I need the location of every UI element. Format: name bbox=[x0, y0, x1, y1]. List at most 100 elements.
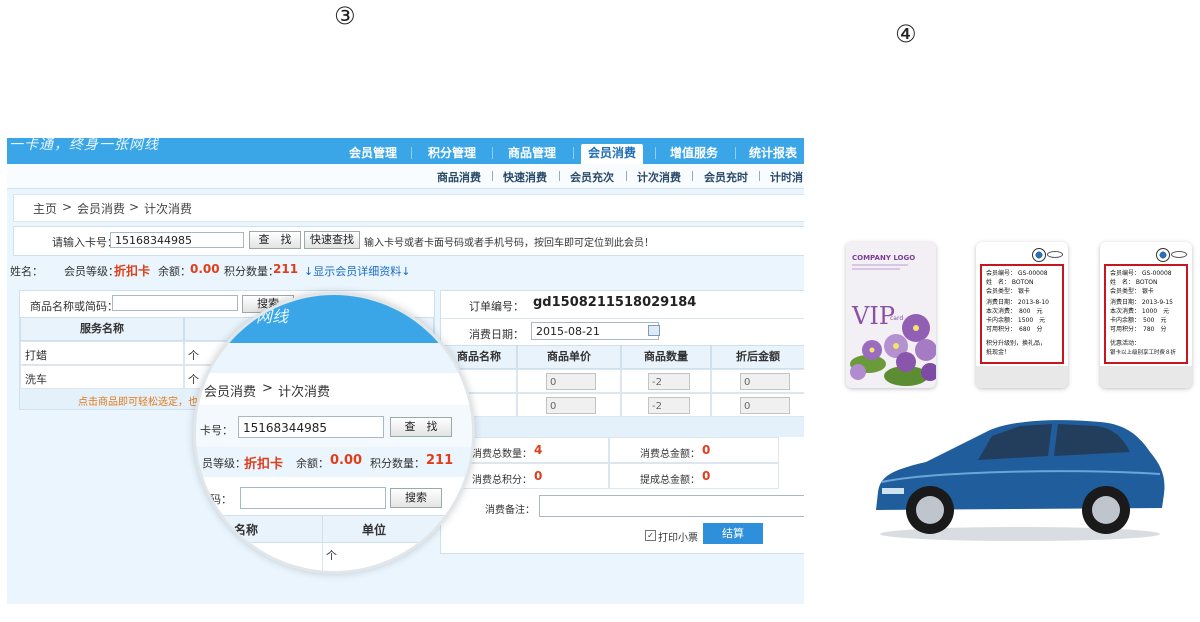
magnifier-crumb-page: 计次消费 bbox=[278, 385, 331, 400]
spacer-bar bbox=[441, 417, 804, 437]
nav-divider bbox=[492, 147, 493, 159]
card-number-input[interactable]: 15168344985 bbox=[110, 232, 244, 248]
magnifier-crumb-sep: > bbox=[262, 381, 273, 396]
total-points-value: 0 bbox=[534, 469, 543, 483]
amount-input[interactable]: 0 bbox=[740, 397, 790, 414]
product-search-label: 商品名称或简码： bbox=[30, 300, 118, 313]
table-row[interactable]: 洗车 bbox=[20, 365, 184, 389]
top-bar: 一卡通，终身一张网线 会员管理 积分管理 商品管理 会员消费 增值服务 统计报表 bbox=[7, 138, 804, 164]
member-detail-link[interactable]: ↓显示会员详细资料↓ bbox=[304, 263, 410, 279]
magnifier-card-label: 卡号： bbox=[200, 424, 233, 437]
magnifier-table-header: 名称 单位 bbox=[196, 515, 472, 543]
car-logo-icon bbox=[1156, 248, 1170, 262]
magnifier-search-row: 卡号： 15168344985 查 找 bbox=[196, 405, 472, 447]
subnav-count-consumption[interactable]: 计次消费 bbox=[637, 169, 681, 185]
card-bottom-band bbox=[976, 366, 1068, 388]
breadcrumb-section[interactable]: 会员消费 bbox=[77, 200, 125, 217]
qty-input[interactable]: -2 bbox=[648, 373, 690, 390]
magnifier-level-label: 员等级： bbox=[202, 457, 246, 470]
card-line: 卡内余额： 500 元 bbox=[1110, 317, 1167, 324]
total-amount-cell: 消费总金额： 0 bbox=[609, 437, 779, 463]
table-cell: -2 bbox=[621, 393, 711, 417]
nav-divider bbox=[411, 147, 412, 159]
card-line: 姓 名： BOTON bbox=[1110, 279, 1158, 286]
nav-tab-value-added[interactable]: 增值服务 bbox=[661, 144, 727, 164]
magnifier-points-label: 积分数量： bbox=[370, 457, 425, 470]
subnav-product-consumption[interactable]: 商品消费 bbox=[437, 169, 481, 185]
calendar-icon[interactable] bbox=[648, 325, 660, 336]
card-info-box: 会员编号： GS-00008 姓 名： BOTON 会员类型： 银卡 消费日期：… bbox=[980, 264, 1064, 364]
card-footer-line: 银卡以上级别享工时费８折 bbox=[1110, 350, 1177, 356]
price-input[interactable]: 0 bbox=[546, 397, 596, 414]
magnifier-product-search: 码： 搜索 bbox=[196, 477, 472, 513]
total-amount-value: 0 bbox=[702, 443, 711, 457]
nav-tab-products[interactable]: 商品管理 bbox=[499, 144, 565, 164]
service-name: 洗车 bbox=[25, 373, 47, 386]
sub-nav: 商品消费 快速消费 会员充次 计次消费 会员充时 计时消 bbox=[7, 164, 804, 189]
subnav-divider bbox=[559, 171, 560, 181]
subnav-time-consumption[interactable]: 计时消 bbox=[770, 169, 803, 185]
subnav-member-recharge-count[interactable]: 会员充次 bbox=[570, 169, 614, 185]
car-image bbox=[876, 420, 1165, 541]
subnav-member-recharge-time[interactable]: 会员充时 bbox=[704, 169, 748, 185]
subnav-divider bbox=[626, 171, 627, 181]
table-cell: 0 bbox=[517, 393, 621, 417]
magnifier-lens: 网线 会员消费 > 计次消费 卡号： 15168344985 查 找 员等级： … bbox=[193, 292, 475, 574]
total-qty-value: 4 bbox=[534, 443, 543, 457]
card-footer-line: 抵现金！ bbox=[986, 349, 1011, 356]
magnifier-search-input[interactable] bbox=[240, 487, 386, 509]
card-line: 会员编号： GS-00008 bbox=[986, 270, 1048, 277]
nav-tab-member[interactable]: 会员管理 bbox=[342, 144, 404, 164]
member-level-value: 折扣卡 bbox=[114, 264, 151, 278]
magnifier-title-fragment: 网线 bbox=[256, 307, 289, 326]
magnifier-col-name: 名称 bbox=[234, 523, 259, 537]
price-input[interactable]: 0 bbox=[546, 373, 596, 390]
breadcrumb-sep: > bbox=[62, 200, 73, 214]
membership-card-b: 会员编号： GS-00008 姓 名： BOTON 会员类型： 银卡 消费日期：… bbox=[1100, 242, 1192, 388]
subnav-quick-consumption[interactable]: 快速消费 bbox=[503, 169, 547, 185]
settle-button[interactable]: 结算 bbox=[703, 523, 763, 544]
total-qty-label: 消费总数量： bbox=[472, 449, 532, 460]
card-line: 姓 名： BOTON bbox=[986, 279, 1034, 286]
date-input[interactable]: 2015-08-21 bbox=[531, 322, 659, 340]
points-value: 211 bbox=[273, 262, 299, 276]
order-no-value: gd1508211518029184 bbox=[533, 295, 697, 310]
magnifier-col-unit: 单位 bbox=[362, 523, 387, 537]
search-hint: 输入卡号或者卡面号码或者手机号码，按回车即可定位到此会员！ bbox=[364, 238, 654, 249]
points-label: 积分数量： bbox=[224, 265, 279, 278]
magnifier-level-value: 折扣卡 bbox=[244, 457, 284, 472]
magnifier-balance-label: 余额： bbox=[296, 457, 329, 470]
vip-card-logo: COMPANY LOGO bbox=[852, 254, 916, 262]
flower-illustration bbox=[850, 314, 936, 386]
nav-tab-points[interactable]: 积分管理 bbox=[419, 144, 485, 164]
quick-find-button[interactable]: 快速查找 bbox=[304, 231, 360, 249]
column-header-amount: 折后金额 bbox=[711, 345, 804, 369]
table-row[interactable]: 打蜡 bbox=[20, 341, 184, 365]
card-line: 会员类型： 银卡 bbox=[986, 288, 1030, 295]
magnifier-find-button[interactable]: 查 找 bbox=[390, 417, 452, 437]
find-button[interactable]: 查 找 bbox=[249, 231, 301, 249]
card-number-label: 请输入卡号： bbox=[52, 236, 118, 249]
date-label: 消费日期： bbox=[469, 328, 524, 341]
remark-input[interactable] bbox=[539, 495, 804, 517]
breadcrumb-sep: > bbox=[129, 200, 140, 214]
breadcrumb-home[interactable]: 主页 bbox=[33, 200, 57, 217]
magnifier-member-row: 员等级： 折扣卡 余额： 0.00 积分数量： 211 bbox=[196, 447, 472, 477]
card-line: 本次消费： 1000 元 bbox=[1110, 308, 1170, 315]
column-header-qty: 商品数量 bbox=[621, 345, 711, 369]
card-search-panel: 请输入卡号： 15168344985 查 找 快速查找 输入卡号或者卡面号码或者… bbox=[13, 226, 804, 256]
card-info-box: 会员编号： GS-00008 姓 名： BOTON 会员类型： 银卡 消费日期：… bbox=[1104, 264, 1188, 364]
vip-card-text-line bbox=[852, 264, 908, 266]
subnav-divider bbox=[492, 171, 493, 181]
magnifier-card-input[interactable]: 15168344985 bbox=[238, 416, 384, 438]
qty-input[interactable]: -2 bbox=[648, 397, 690, 414]
step-number-3: ③ bbox=[334, 2, 356, 30]
print-receipt-checkbox[interactable]: ✓ bbox=[645, 530, 656, 541]
magnifier-search-button[interactable]: 搜索 bbox=[390, 488, 442, 508]
brand-mark-icon bbox=[1171, 251, 1187, 258]
nav-tab-reports[interactable]: 统计报表 bbox=[741, 144, 804, 164]
magnifier-crumb-section: 会员消费 bbox=[204, 385, 257, 400]
amount-input[interactable]: 0 bbox=[740, 373, 790, 390]
nav-tab-consumption[interactable]: 会员消费 bbox=[581, 144, 643, 164]
service-hint: 点击商品即可轻松选定，也可 bbox=[78, 397, 208, 408]
